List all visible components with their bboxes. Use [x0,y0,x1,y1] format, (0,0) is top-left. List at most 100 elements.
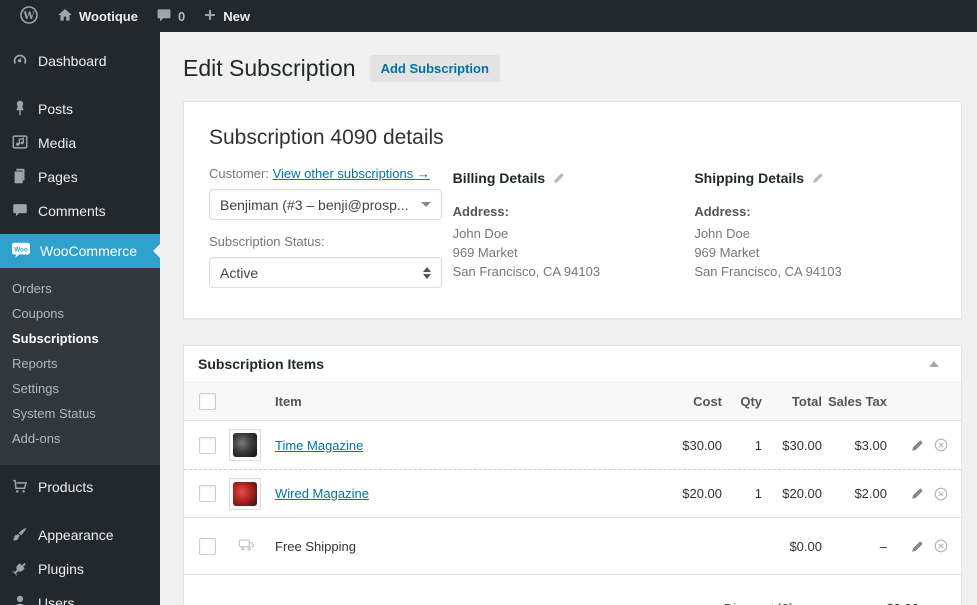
admin-sidebar: Dashboard Posts Media Pages Comments Woo… [0,32,160,605]
discount-value: $0.00 [796,601,919,605]
table-row: Wired Magazine $20.00 1 $20.00 $2.00 [184,469,961,517]
new-content-button[interactable]: New [194,0,259,32]
sidebar-item-pages[interactable]: Pages [0,160,160,194]
customer-column: Customer: View other subscriptions → Ben… [209,166,453,288]
sidebar-item-label: Comments [38,203,106,219]
subscription-status-select[interactable]: Active [209,257,442,288]
menu-separator [0,504,160,518]
submenu-item-subscriptions[interactable]: Subscriptions [0,326,160,351]
site-menu-button[interactable]: Wootique [48,0,147,32]
submenu-item-settings[interactable]: Settings [0,376,160,401]
dashboard-icon [11,51,29,72]
edit-billing-pencil-icon[interactable] [552,171,566,185]
sidebar-item-appearance[interactable]: Appearance [0,518,160,552]
view-other-subscriptions-link[interactable]: View other subscriptions → [273,166,430,181]
item-total: $20.00 [782,486,822,501]
sidebar-item-media[interactable]: Media [0,126,160,160]
home-icon [57,7,73,26]
plugin-icon [11,559,29,580]
item-sales-tax: $3.00 [854,437,887,453]
media-icon [11,133,29,154]
column-header-total: Total [791,394,822,409]
shipping-details-title: Shipping Details [694,170,804,186]
item-total: $30.00 [782,437,822,453]
sidebar-item-label: Appearance [38,527,114,543]
svg-text:Woo: Woo [14,246,28,253]
items-table-header: Item Cost Qty Total Sales Tax [184,383,961,421]
select-item-checkbox[interactable] [199,537,216,555]
sidebar-item-woocommerce[interactable]: Woo WooCommerce [0,234,160,268]
delete-item-icon[interactable] [933,486,949,502]
submenu-item-reports[interactable]: Reports [0,351,160,376]
billing-address-line: John Doe [452,226,509,241]
customer-select[interactable]: Benjiman (#3 – benji@prosp... [209,189,442,220]
menu-separator [0,78,160,92]
delete-item-icon[interactable] [933,437,949,453]
table-row: Time Magazine $30.00 1 $30.00 $3.00 [184,421,961,469]
sidebar-item-posts[interactable]: Posts [0,92,160,126]
subscription-items-panel: Subscription Items Item Cost Qty Total S… [183,345,962,605]
collapse-panel-icon[interactable] [929,361,939,367]
admin-bar: W Wootique 0 New [0,0,977,32]
subscription-details-title: Subscription 4090 details [209,126,444,149]
sidebar-item-label: Media [38,135,77,151]
sidebar-item-label: Products [38,479,94,495]
cart-icon [11,477,29,498]
sidebar-item-comments[interactable]: Comments [0,194,160,228]
edit-item-pencil-icon[interactable] [910,486,925,501]
column-header-cost: Cost [693,394,722,409]
comment-bubble-icon [156,7,172,26]
woocommerce-icon: Woo [11,241,31,262]
edit-shipping-pencil-icon[interactable] [811,171,825,185]
billing-address-line: 969 Market [452,245,518,260]
sidebar-item-label: Pages [38,169,78,185]
svg-text:W: W [22,11,35,22]
submenu-item-orders[interactable]: Orders [0,276,160,301]
delete-item-icon[interactable] [933,538,949,554]
edit-item-pencil-icon[interactable] [910,438,925,453]
subscription-status-value: Active [220,264,259,281]
item-cost: $20.00 [682,486,722,501]
site-name: Wootique [79,8,138,24]
subscription-items-title: Subscription Items [198,356,325,372]
select-item-checkbox[interactable] [199,436,216,454]
wordpress-logo-button[interactable]: W [10,0,48,32]
product-link[interactable]: Time Magazine [275,438,363,453]
billing-address-label: Address: [452,204,509,219]
edit-item-pencil-icon[interactable] [910,539,925,554]
total-row: Discount [?]: $0.00 [184,601,961,605]
chevron-down-icon [421,202,431,207]
sidebar-item-users[interactable]: Users [0,586,160,605]
pushpin-icon [11,99,29,120]
submenu-item-system-status[interactable]: System Status [0,401,160,426]
select-item-checkbox[interactable] [199,485,216,502]
shipping-method-name: Free Shipping [275,538,356,554]
select-all-checkbox[interactable] [199,393,216,410]
wordpress-logo-icon: W [19,5,39,28]
add-subscription-button[interactable]: Add Subscription [369,55,500,82]
customer-label: Customer: [209,166,269,181]
shipping-address-label: Address: [694,204,751,219]
table-row: Free Shipping $0.00 – [184,518,961,574]
shipping-address-line: San Francisco, CA 94103 [694,264,842,279]
customer-select-value: Benjiman (#3 – benji@prosp... [220,196,409,213]
main-content: Edit Subscription Add Subscription Subsc… [160,32,977,605]
product-link[interactable]: Wired Magazine [275,486,369,501]
sidebar-item-label: Posts [38,101,74,117]
comments-admin-button[interactable]: 0 [147,0,194,32]
page-title: Edit Subscription [183,55,356,81]
shipping-items-section: Free Shipping $0.00 – [184,517,961,575]
plus-icon [203,8,217,25]
billing-details-title: Billing Details [452,170,546,186]
new-label: New [223,8,250,24]
discount-label: Discount [?]: [576,601,796,605]
pages-icon [11,167,29,188]
sidebar-item-plugins[interactable]: Plugins [0,552,160,586]
comments-icon [11,201,29,222]
sidebar-item-products[interactable]: Products [0,470,160,504]
submenu-item-coupons[interactable]: Coupons [0,301,160,326]
sidebar-item-dashboard[interactable]: Dashboard [0,44,160,78]
submenu-item-addons[interactable]: Add-ons [0,426,160,451]
shipping-total: $0.00 [789,538,822,554]
comment-count: 0 [177,8,186,24]
